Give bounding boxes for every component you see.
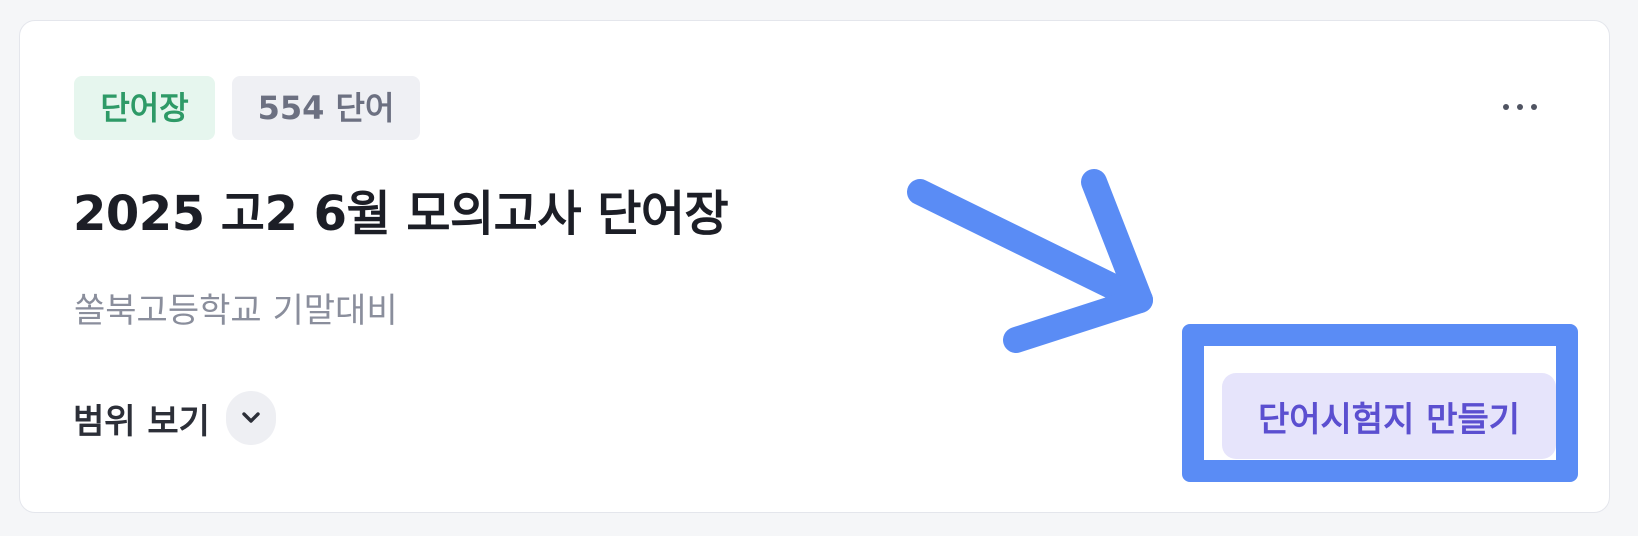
wordbook-description: 쏠북고등학교 기말대비 (74, 291, 398, 331)
more-dot (1503, 104, 1509, 110)
more-dot (1531, 104, 1537, 110)
more-dot (1517, 104, 1523, 110)
wordbook-type-badge: 단어장 (74, 76, 215, 140)
chevron-down-icon[interactable] (225, 391, 276, 445)
more-options-button[interactable] (1490, 89, 1550, 125)
create-quiz-button[interactable]: 단어시험지 만들기 (1222, 373, 1556, 459)
wordbook-title: 2025 고2 6월 모의고사 단어장 (73, 186, 729, 242)
word-count-badge: 554 단어 (232, 76, 420, 140)
view-range-toggle[interactable]: 범위 보기 (73, 391, 276, 445)
view-range-label: 범위 보기 (73, 401, 210, 442)
wordbook-card[interactable]: 단어장 554 단어 2025 고2 6월 모의고사 단어장 쏠북고등학교 기말… (19, 20, 1610, 513)
